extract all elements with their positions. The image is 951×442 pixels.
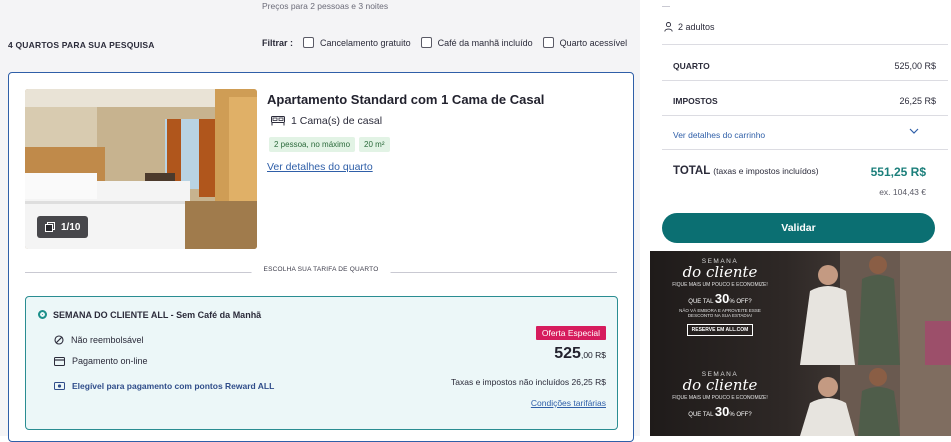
rate-radio[interactable] [38,310,47,319]
no-refund-icon [54,335,64,345]
occupancy-tag: 2 pessoa, no máximo [269,137,356,152]
reward-icon [54,382,65,390]
promo-banner-2[interactable]: SEMANA do cliente FIQUE MAIS UM POUCO E … [650,365,951,436]
special-offer-badge: Oferta Especial [535,326,606,340]
bed-icon [271,116,285,126]
bed-info: 1 Cama(s) de casal [271,115,382,127]
filter-option-label: Quarto acessível [559,37,628,48]
feature-text: Não reembolsável [71,335,144,345]
total-label-text: TOTAL [673,165,711,177]
promo-offer: QUE TAL 30% OFF? [672,291,768,306]
room-card: 1/10 Apartamento Standard com 1 Cama de … [8,72,634,442]
checkbox[interactable] [420,37,432,48]
filter-option-label: Café da manhã incluído [437,37,533,48]
feature-text: Elegível para pagamento com pontos Rewar… [72,381,275,391]
price-suffix: ,00 R$ [580,350,606,360]
promo-offer-value: 30 [714,404,730,419]
guests-info: 2 adultos [664,22,715,32]
promo-offer-prefix: QUE TAL [688,299,714,305]
price-main: 525 [554,345,581,362]
prices-note: Preços para 2 pessoas e 3 noites [262,1,389,11]
cart-summary: 2 adultos QUARTO 525,00 R$ IMPOSTOS 26,2… [651,0,951,251]
conditions-link[interactable]: Condições tarifárias [531,398,606,408]
results-count: 4 QUARTOS PARA SUA PESQUISA [8,40,155,50]
filter-breakfast[interactable]: Café da manhã incluído [420,37,533,48]
filter-accessible[interactable]: Quarto acessível [542,37,628,48]
checkbox[interactable] [542,37,554,48]
promo-text: SEMANA do cliente FIQUE MAIS UM POUCO E … [672,371,768,419]
rate-name: SEMANA DO CLIENTE ALL - Sem Café da Manh… [53,310,262,320]
photo-counter[interactable]: 1/10 [37,216,89,238]
promo-headline: do cliente [682,376,758,394]
rate-price: 525,00 R$ [554,345,606,363]
promo-cta[interactable]: RESERVE EM ALL.COM [686,324,754,336]
size-tag: 20 m² [359,137,390,152]
total-note: (taxas e impostos incluídos) [713,166,819,176]
euro-equivalent: ex. 104,43 € [879,187,926,197]
filter-label: Filtrar : [262,37,294,48]
room-title: Apartamento Standard com 1 Cama de Casal [267,92,545,107]
total-label: TOTAL (taxas e impostos incluídos) [673,165,819,177]
promo-offer: QUE TAL 30% OFF? [672,404,768,419]
feature-reward: Elegível para pagamento com pontos Rewar… [54,381,274,391]
promo-offer-value: 30 [714,291,730,306]
room-tags: 2 pessoa, no máximo 20 m² [269,137,390,152]
rate-section-label: ESCOLHA SUA TARIFA DE QUARTO [251,266,391,273]
feature-text: Pagamento on-line [72,356,148,366]
promo-headline: do cliente [682,263,758,281]
room-label: QUARTO [673,61,710,71]
promo-banner[interactable]: SEMANA do cliente FIQUE MAIS UM POUCO E … [650,251,951,365]
divider [662,149,948,150]
filter-option-label: Cancelamento gratuito [320,37,411,48]
feature-online-payment: Pagamento on-line [54,356,148,366]
divider [662,44,948,45]
divider [662,115,948,116]
card-icon [54,356,65,366]
main-content: Preços para 2 pessoas e 3 noites 4 QUART… [0,0,640,442]
room-photo[interactable]: 1/10 [25,89,257,249]
chevron-down-icon[interactable] [909,128,919,135]
person-icon [664,22,673,32]
promo-offer-prefix: QUE TAL [688,412,714,418]
tax-value: 26,25 R$ [899,96,936,106]
tax-note: Taxas e impostos não incluídos 26,25 R$ [451,377,606,387]
divider [662,80,948,81]
promo-small-text: NÃO VÁ EMBORA E APROVEITE ESSE DESCONTO … [679,308,761,318]
feature-non-refundable: Não reembolsável [54,335,144,345]
cart-details-link[interactable]: Ver detalhes do carrinho [673,130,765,140]
promo-text: SEMANA do cliente FIQUE MAIS UM POUCO E … [672,258,768,336]
promo-offer-suffix: % OFF? [729,412,752,418]
photo-counter-text: 1/10 [61,221,81,233]
tax-label: IMPOSTOS [673,96,718,106]
promo-offer-suffix: % OFF? [729,299,752,305]
bed-text: 1 Cama(s) de casal [291,115,383,127]
room-value: 525,00 R$ [894,61,936,71]
filter-bar: Filtrar : Cancelamento gratuito Café da … [262,37,637,48]
cart-top-line [662,6,670,7]
checkbox[interactable] [303,37,315,48]
promo-subtitle: FIQUE MAIS UM POUCO E ECONOMIZE! [672,282,768,288]
guests-text: 2 adultos [678,22,715,32]
room-details-link[interactable]: Ver detalhes do quarto [267,161,373,173]
total-value: 551,25 R$ [870,165,926,179]
validate-button[interactable]: Validar [662,213,935,243]
filter-free-cancellation[interactable]: Cancelamento gratuito [303,37,411,48]
promo-subtitle: FIQUE MAIS UM POUCO E ECONOMIZE! [672,395,768,401]
rate-option[interactable]: SEMANA DO CLIENTE ALL - Sem Café da Manh… [25,296,618,430]
gallery-icon [45,222,55,232]
